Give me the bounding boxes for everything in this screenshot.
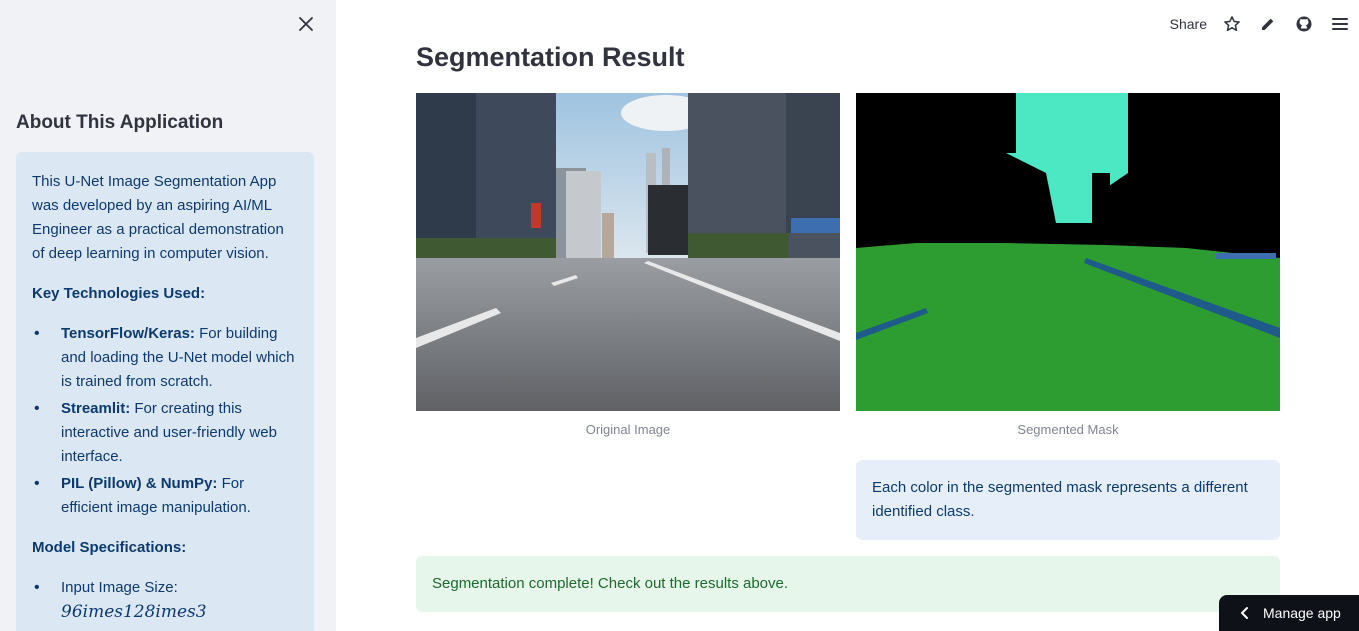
mask-info-text: Each color in the segmented mask represe… [872,479,1248,520]
tech-name: PIL (Pillow) & NumPy: [61,475,218,492]
list-item: TensorFlow/Keras: For building and loadi… [32,322,298,394]
page-title: Segmentation Result [416,42,685,72]
menu-icon[interactable] [1329,13,1351,35]
manage-app-button[interactable]: Manage app [1219,595,1359,631]
sidebar-heading: About This Application [16,112,224,133]
model-specs-heading: Model Specifications: [32,539,187,556]
tech-name: TensorFlow/Keras: [61,325,195,342]
toolbar: Share [1170,10,1359,38]
share-button[interactable]: Share [1170,16,1207,32]
mask-info-note: Each color in the segmented mask represe… [856,460,1280,540]
github-icon[interactable] [1293,13,1315,35]
segmented-mask-image [856,93,1280,411]
spec-value: 96imes128imes3 [61,602,207,622]
list-item: Streamlit: For creating this interactive… [32,397,298,469]
spec-label: Input Image Size: [61,579,178,596]
close-icon[interactable] [294,12,318,36]
spec-list: Input Image Size: 96imes128imes3 [32,576,298,625]
main-content: Share Segmentation Result Original Image… [336,0,1359,631]
technology-list: TensorFlow/Keras: For building and loadi… [32,322,298,520]
key-tech-heading: Key Technologies Used: [32,285,206,302]
about-intro: This U-Net Image Segmentation App was de… [32,173,284,262]
success-text: Segmentation complete! Check out the res… [432,575,789,592]
list-item: PIL (Pillow) & NumPy: For efficient imag… [32,472,298,520]
list-item: Input Image Size: 96imes128imes3 [32,576,298,625]
original-image [416,93,840,411]
sidebar: About This Application This U-Net Image … [0,0,336,631]
segmented-mask-caption: Segmented Mask [1017,422,1119,437]
original-image-caption: Original Image [585,422,671,437]
star-icon[interactable] [1221,13,1243,35]
manage-app-label: Manage app [1263,605,1341,621]
about-info-box: This U-Net Image Segmentation App was de… [16,152,314,631]
edit-icon[interactable] [1257,13,1279,35]
chevron-left-icon [1239,606,1249,620]
tech-name: Streamlit: [61,400,131,417]
success-alert: Segmentation complete! Check out the res… [416,556,1280,612]
